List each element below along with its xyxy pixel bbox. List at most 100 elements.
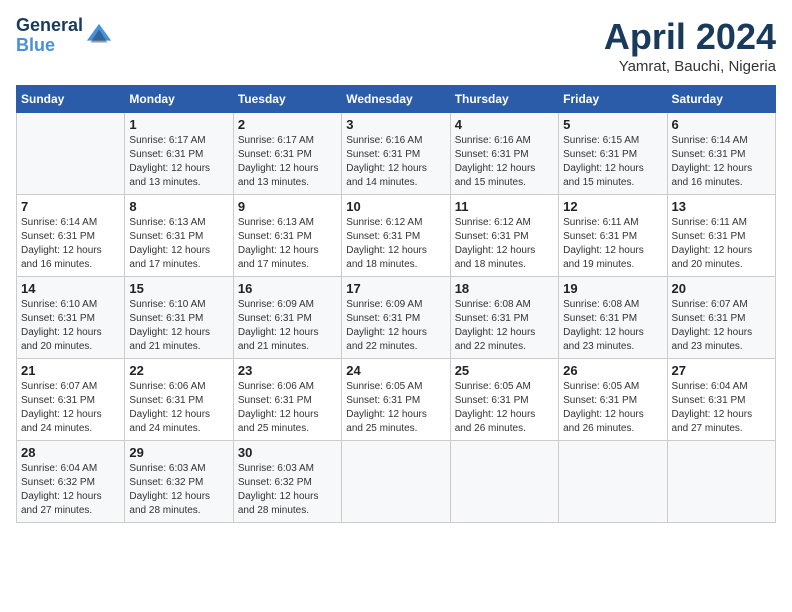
day-info: Sunrise: 6:11 AM Sunset: 6:31 PM Dayligh… (563, 216, 662, 272)
weekday-friday: Friday (559, 86, 667, 113)
day-number: 25 (455, 363, 554, 378)
weekday-wednesday: Wednesday (342, 86, 450, 113)
day-info: Sunrise: 6:16 AM Sunset: 6:31 PM Dayligh… (455, 134, 554, 190)
week-row-4: 21 Sunrise: 6:07 AM Sunset: 6:31 PM Dayli… (17, 359, 776, 441)
day-info: Sunrise: 6:14 AM Sunset: 6:31 PM Dayligh… (672, 134, 771, 190)
weekday-monday: Monday (125, 86, 233, 113)
day-info: Sunrise: 6:06 AM Sunset: 6:31 PM Dayligh… (129, 380, 228, 436)
day-info: Sunrise: 6:06 AM Sunset: 6:31 PM Dayligh… (238, 380, 337, 436)
day-info: Sunrise: 6:07 AM Sunset: 6:31 PM Dayligh… (21, 380, 120, 436)
page-header: GeneralBlue April 2024 Yamrat, Bauchi, N… (16, 16, 776, 75)
day-info: Sunrise: 6:10 AM Sunset: 6:31 PM Dayligh… (21, 298, 120, 354)
logo: GeneralBlue (16, 16, 113, 56)
logo-icon (85, 22, 113, 50)
day-number: 16 (238, 281, 337, 296)
calendar-cell: 15 Sunrise: 6:10 AM Sunset: 6:31 PM Dayli… (125, 277, 233, 359)
calendar-cell: 11 Sunrise: 6:12 AM Sunset: 6:31 PM Dayli… (450, 195, 558, 277)
day-info: Sunrise: 6:03 AM Sunset: 6:32 PM Dayligh… (129, 462, 228, 518)
calendar-cell: 12 Sunrise: 6:11 AM Sunset: 6:31 PM Dayli… (559, 195, 667, 277)
day-number: 21 (21, 363, 120, 378)
weekday-sunday: Sunday (17, 86, 125, 113)
calendar-cell: 4 Sunrise: 6:16 AM Sunset: 6:31 PM Daylig… (450, 113, 558, 195)
calendar-cell (17, 113, 125, 195)
calendar-cell (342, 441, 450, 523)
day-info: Sunrise: 6:05 AM Sunset: 6:31 PM Dayligh… (455, 380, 554, 436)
month-title: April 2024 (604, 16, 776, 58)
day-number: 8 (129, 199, 228, 214)
day-info: Sunrise: 6:15 AM Sunset: 6:31 PM Dayligh… (563, 134, 662, 190)
calendar-cell (667, 441, 775, 523)
day-number: 23 (238, 363, 337, 378)
calendar-cell: 9Sunrise: 6:13 AM Sunset: 6:31 PM Daylig… (233, 195, 341, 277)
calendar-cell: 5Sunrise: 6:15 AM Sunset: 6:31 PM Daylig… (559, 113, 667, 195)
week-row-3: 14 Sunrise: 6:10 AM Sunset: 6:31 PM Dayli… (17, 277, 776, 359)
day-info: Sunrise: 6:09 AM Sunset: 6:31 PM Dayligh… (346, 298, 445, 354)
calendar-cell: 24 Sunrise: 6:05 AM Sunset: 6:31 PM Dayli… (342, 359, 450, 441)
week-row-2: 7Sunrise: 6:14 AM Sunset: 6:31 PM Daylig… (17, 195, 776, 277)
calendar-cell: 2Sunrise: 6:17 AM Sunset: 6:31 PM Daylig… (233, 113, 341, 195)
calendar-body: 1 Sunrise: 6:17 AM Sunset: 6:31 PM Daylig… (17, 113, 776, 523)
day-info: Sunrise: 6:13 AM Sunset: 6:31 PM Dayligh… (238, 216, 337, 272)
day-number: 19 (563, 281, 662, 296)
calendar-cell (559, 441, 667, 523)
day-info: Sunrise: 6:13 AM Sunset: 6:31 PM Dayligh… (129, 216, 228, 272)
calendar-cell (450, 441, 558, 523)
day-number: 17 (346, 281, 445, 296)
day-info: Sunrise: 6:16 AM Sunset: 6:31 PM Dayligh… (346, 134, 445, 190)
calendar-cell: 16 Sunrise: 6:09 AM Sunset: 6:31 PM Dayli… (233, 277, 341, 359)
day-number: 3 (346, 117, 445, 132)
day-number: 28 (21, 445, 120, 460)
day-number: 26 (563, 363, 662, 378)
day-info: Sunrise: 6:04 AM Sunset: 6:32 PM Dayligh… (21, 462, 120, 518)
day-info: Sunrise: 6:12 AM Sunset: 6:31 PM Dayligh… (455, 216, 554, 272)
calendar-cell: 3 Sunrise: 6:16 AM Sunset: 6:31 PM Daylig… (342, 113, 450, 195)
subtitle: Yamrat, Bauchi, Nigeria (604, 58, 776, 75)
day-info: Sunrise: 6:03 AM Sunset: 6:32 PM Dayligh… (238, 462, 337, 518)
weekday-tuesday: Tuesday (233, 86, 341, 113)
calendar-cell: 6Sunrise: 6:14 AM Sunset: 6:31 PM Daylig… (667, 113, 775, 195)
day-info: Sunrise: 6:04 AM Sunset: 6:31 PM Dayligh… (672, 380, 771, 436)
calendar-cell: 18Sunrise: 6:08 AM Sunset: 6:31 PM Dayli… (450, 277, 558, 359)
day-number: 10 (346, 199, 445, 214)
calendar-cell: 26Sunrise: 6:05 AM Sunset: 6:31 PM Dayli… (559, 359, 667, 441)
day-number: 1 (129, 117, 228, 132)
week-row-5: 28 Sunrise: 6:04 AM Sunset: 6:32 PM Dayli… (17, 441, 776, 523)
weekday-header-row: SundayMondayTuesdayWednesdayThursdayFrid… (17, 86, 776, 113)
day-number: 22 (129, 363, 228, 378)
day-number: 12 (563, 199, 662, 214)
logo-text: GeneralBlue (16, 16, 83, 56)
day-info: Sunrise: 6:17 AM Sunset: 6:31 PM Dayligh… (129, 134, 228, 190)
title-block: April 2024 Yamrat, Bauchi, Nigeria (604, 16, 776, 75)
day-info: Sunrise: 6:11 AM Sunset: 6:31 PM Dayligh… (672, 216, 771, 272)
day-info: Sunrise: 6:10 AM Sunset: 6:31 PM Dayligh… (129, 298, 228, 354)
week-row-1: 1 Sunrise: 6:17 AM Sunset: 6:31 PM Daylig… (17, 113, 776, 195)
calendar-cell: 1 Sunrise: 6:17 AM Sunset: 6:31 PM Daylig… (125, 113, 233, 195)
day-number: 4 (455, 117, 554, 132)
day-info: Sunrise: 6:17 AM Sunset: 6:31 PM Dayligh… (238, 134, 337, 190)
day-info: Sunrise: 6:14 AM Sunset: 6:31 PM Dayligh… (21, 216, 120, 272)
day-number: 13 (672, 199, 771, 214)
calendar-cell: 14 Sunrise: 6:10 AM Sunset: 6:31 PM Dayli… (17, 277, 125, 359)
calendar-cell: 17 Sunrise: 6:09 AM Sunset: 6:31 PM Dayli… (342, 277, 450, 359)
day-number: 24 (346, 363, 445, 378)
day-number: 11 (455, 199, 554, 214)
day-info: Sunrise: 6:08 AM Sunset: 6:31 PM Dayligh… (563, 298, 662, 354)
day-info: Sunrise: 6:07 AM Sunset: 6:31 PM Dayligh… (672, 298, 771, 354)
calendar-cell: 7Sunrise: 6:14 AM Sunset: 6:31 PM Daylig… (17, 195, 125, 277)
calendar-cell: 8 Sunrise: 6:13 AM Sunset: 6:31 PM Daylig… (125, 195, 233, 277)
day-number: 15 (129, 281, 228, 296)
calendar-cell: 19 Sunrise: 6:08 AM Sunset: 6:31 PM Dayli… (559, 277, 667, 359)
day-info: Sunrise: 6:05 AM Sunset: 6:31 PM Dayligh… (346, 380, 445, 436)
calendar-cell: 30 Sunrise: 6:03 AM Sunset: 6:32 PM Dayli… (233, 441, 341, 523)
day-number: 14 (21, 281, 120, 296)
day-number: 20 (672, 281, 771, 296)
calendar-cell: 10Sunrise: 6:12 AM Sunset: 6:31 PM Dayli… (342, 195, 450, 277)
weekday-saturday: Saturday (667, 86, 775, 113)
calendar-cell: 13 Sunrise: 6:11 AM Sunset: 6:31 PM Dayli… (667, 195, 775, 277)
day-info: Sunrise: 6:09 AM Sunset: 6:31 PM Dayligh… (238, 298, 337, 354)
calendar-cell: 22 Sunrise: 6:06 AM Sunset: 6:31 PM Dayli… (125, 359, 233, 441)
calendar-cell: 29Sunrise: 6:03 AM Sunset: 6:32 PM Dayli… (125, 441, 233, 523)
day-number: 30 (238, 445, 337, 460)
calendar-cell: 25 Sunrise: 6:05 AM Sunset: 6:31 PM Dayli… (450, 359, 558, 441)
calendar-cell: 23 Sunrise: 6:06 AM Sunset: 6:31 PM Dayli… (233, 359, 341, 441)
